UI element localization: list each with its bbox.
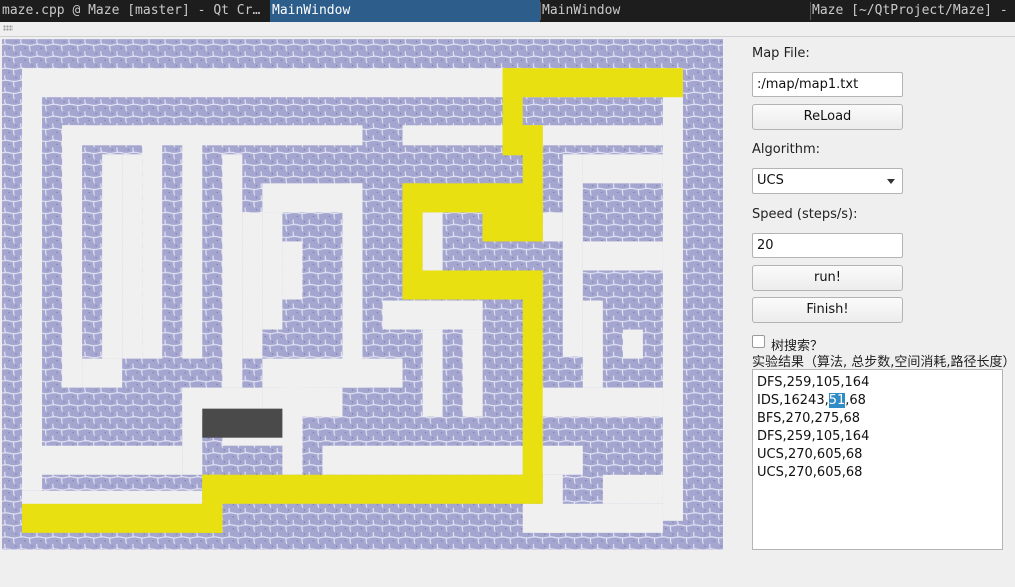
maze-floor-cell xyxy=(82,358,123,388)
reload-button[interactable]: ReLoad xyxy=(752,104,903,130)
maze-floor-cell xyxy=(282,387,303,475)
results-label: 实验结果（算法, 总步数,空间消耗,路径长度） xyxy=(752,355,1015,370)
algorithm-select[interactable]: UCS xyxy=(752,168,903,194)
taskbar-item-mainwindow-active[interactable]: MainWindow xyxy=(270,0,540,22)
chevron-down-icon xyxy=(887,179,895,184)
map-file-input[interactable]: :/map/map1.txt xyxy=(752,72,903,97)
maze-floor-cell xyxy=(222,154,243,388)
maze-floor-cell xyxy=(602,387,623,417)
maze-floor-cell xyxy=(342,183,363,388)
result-line: IDS,16243,51,68 xyxy=(757,392,998,410)
finish-button[interactable]: Finish! xyxy=(752,297,903,323)
maze-floor-cell xyxy=(62,125,83,388)
maze-floor-cell xyxy=(422,329,443,417)
maze-floor-cell xyxy=(142,125,163,359)
maze-floor-cell xyxy=(562,154,583,357)
solution-path-segment xyxy=(22,503,223,533)
maze-floor-cell xyxy=(582,241,663,271)
algorithm-label: Algorithm: xyxy=(752,142,821,157)
maze-floor-cell xyxy=(582,154,663,184)
maze-floor-cell xyxy=(242,212,263,359)
results-textbox[interactable]: DFS,259,105,164 IDS,16243,51,68 BFS,270,… xyxy=(752,369,1003,550)
selected-text: 51 xyxy=(828,393,846,408)
maze-floor-cell xyxy=(462,329,483,417)
maze-floor-cell xyxy=(182,125,203,359)
solution-path-segment xyxy=(482,183,503,242)
algorithm-select-value: UCS xyxy=(757,173,784,188)
maze-floor-cell xyxy=(602,474,663,504)
maze-floor-cell xyxy=(522,125,663,146)
result-line: DFS,259,105,164 xyxy=(757,429,870,444)
result-line: UCS,270,605,68 xyxy=(757,447,863,462)
taskbar-item-qtcreator[interactable]: maze.cpp @ Maze [master] - Qt Cr… xyxy=(0,0,270,22)
maze-floor-cell xyxy=(522,387,663,417)
result-line: BFS,270,275,68 xyxy=(757,411,860,426)
maze-floor-cell xyxy=(262,183,343,213)
maze-floor-cell xyxy=(542,212,563,242)
result-line-prefix: IDS,16243, xyxy=(757,393,829,408)
maze-floor-cell xyxy=(262,358,403,388)
maze-view xyxy=(2,39,723,550)
maze-floor-cell xyxy=(182,387,203,475)
maze-floor-cell xyxy=(622,329,643,359)
maze-floor-cell xyxy=(262,212,283,330)
maze-floor-cell xyxy=(62,125,363,146)
solution-path-segment xyxy=(402,270,543,300)
solution-path-segment xyxy=(202,474,543,504)
maze-floor-cell xyxy=(102,154,123,359)
maze-floor-cell xyxy=(22,445,183,475)
maze-floor-cell xyxy=(422,212,443,271)
special-cell xyxy=(202,408,283,438)
maze-floor-cell xyxy=(22,68,43,491)
maze-floor-cell xyxy=(282,241,303,300)
taskbar-item-mainwindow[interactable]: MainWindow xyxy=(540,0,810,22)
tree-search-checkbox[interactable] xyxy=(752,335,765,348)
toolbar xyxy=(0,22,1015,37)
taskbar: maze.cpp @ Maze [master] - Qt Cr… MainWi… xyxy=(0,0,1015,22)
speed-label: Speed (steps/s): xyxy=(752,207,858,222)
run-button[interactable]: run! xyxy=(752,265,903,291)
solution-path-segment xyxy=(522,270,543,503)
result-line: UCS,270,605,68 xyxy=(757,465,863,480)
solution-path-segment xyxy=(502,68,683,98)
result-line-suffix: ,68 xyxy=(845,393,866,408)
maze-grid xyxy=(2,39,723,550)
maze-floor-cell xyxy=(662,68,683,521)
taskbar-item-maze-folder[interactable]: Maze [~/QtProject/Maze] - xyxy=(810,0,1015,22)
maze-floor-cell xyxy=(582,300,603,388)
maze-floor-cell xyxy=(122,154,143,359)
maze-floor-cell xyxy=(322,445,523,475)
speed-input[interactable]: 20 xyxy=(752,233,903,258)
map-file-label: Map File: xyxy=(752,46,810,61)
maze-floor-cell xyxy=(522,503,663,533)
maze-floor-cell xyxy=(382,300,483,330)
result-line: DFS,259,105,164 xyxy=(757,375,870,390)
toolbar-grip-icon[interactable] xyxy=(3,25,13,31)
